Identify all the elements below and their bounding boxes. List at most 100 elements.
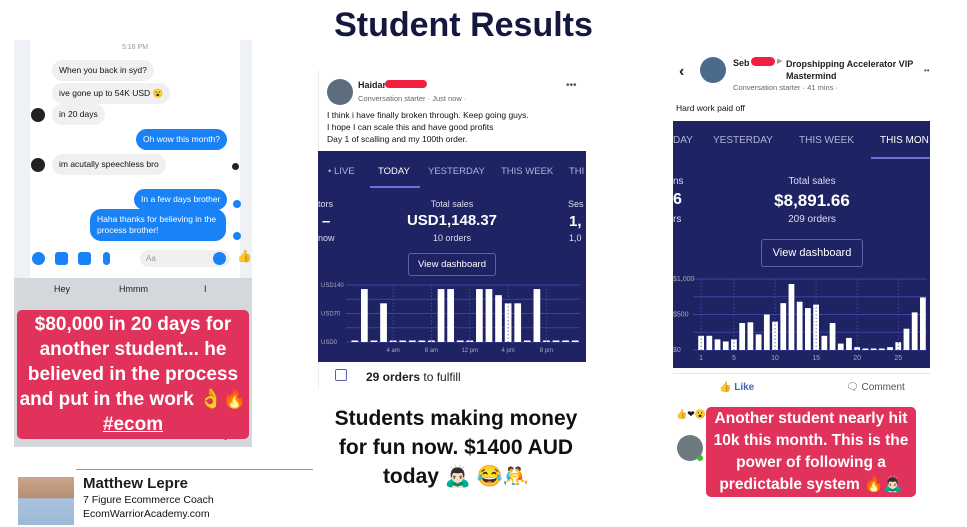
back-icon[interactable]: ‹ [679,63,684,81]
story-caption: $80,000 in 20 days for another student..… [17,310,249,439]
sales-dashboard: • LIVE TODAY YESTERDAY THIS WEEK THI tor… [318,151,586,362]
microphone-icon[interactable] [103,252,110,265]
chart-bar [722,341,729,350]
chart-bar [714,339,721,350]
y-tick-label: USD70 [321,312,341,318]
author-name[interactable]: Seb [733,58,750,68]
chart-bar [805,308,811,350]
chart-bar [911,312,918,350]
redaction [385,80,427,88]
coach-photo [18,465,74,525]
like-label: Like [734,382,755,393]
thumbs-up-icon[interactable]: 👍 [237,249,252,263]
post-meta: Conversation starter · 41 mins · [733,83,839,92]
chart-bar [523,340,531,342]
fulfill-label: to fulfill [420,370,461,384]
comment-label: Comment [861,382,905,393]
suggestion[interactable]: I [204,284,207,294]
chart-bar [447,289,454,342]
coach-role: 7 Figure Ecommerce Coach [83,494,214,506]
chart-bar [408,340,416,342]
chart-bar [837,343,844,350]
sales-dashboard: DAY YESTERDAY THIS WEEK THIS MON ns 6 rs… [673,121,930,368]
chat-timestamp: 5:18 PM [121,44,149,51]
chart-bar [370,340,378,342]
x-tick-label: 15 [812,355,820,362]
like-button[interactable]: 👍 Like [719,382,754,393]
chart-bar [796,301,803,350]
chart-bar [739,323,746,350]
message-bubble: ive gone up to 54K USD 😮 [52,83,171,104]
y-tick-label: USD0 [321,340,338,346]
chart-bar [380,303,387,342]
avatar [31,158,45,172]
x-tick-label: 8 am [425,348,438,354]
arrow-icon: ▶ [777,58,783,65]
x-tick-label: 8 pm [540,348,553,354]
post-text: Hard work paid off [676,103,745,113]
delivered-check-icon [233,200,241,208]
message-bubble: In a few days brother [134,189,228,210]
chart-bar [418,340,426,342]
chart-bar [829,323,836,350]
x-tick-label: 20 [853,355,861,362]
author-avatar[interactable] [327,79,353,105]
chart-bar [399,340,407,342]
chart-bar [731,339,737,350]
chart-bar [485,289,493,342]
photo-icon[interactable] [78,252,91,265]
chart-bar [846,337,852,350]
chart-bar [514,303,522,342]
chart-bar [878,348,885,350]
emoji-icon[interactable] [213,252,226,265]
chart-bar [780,303,787,350]
chart-bar [821,335,828,350]
hourly-sales-chart: USD140 USD70 USD0 4 am 8 am 12 pm 4 pm 8 pm [321,283,580,354]
message-bubble: im acutally speechless bro [52,154,166,175]
y-tick-label: $500 [673,312,689,319]
orders-to-fulfill-link[interactable]: 29 orders to fulfill [366,370,461,384]
comment-icon: 🗨 [846,382,859,393]
x-tick-label: 4 pm [501,348,514,354]
monthly-sales-chart: $1,000$500$01 5 10 15 20 25 [673,276,927,362]
group-name[interactable]: Dropshipping Accelerator VIP Mastermind [786,58,916,82]
chart-bar [903,328,910,350]
chat-thread: 5:18 PM When you back in syd? ive gone u… [30,40,252,280]
chart-bar [495,295,502,342]
chart-bar [533,289,541,342]
message-bubble: in 20 days [52,104,105,125]
x-tick-label: 12 pm [461,348,478,354]
author-avatar[interactable] [700,57,726,83]
chart-bar [755,334,762,350]
more-icon[interactable] [32,252,45,265]
chart-bar [456,340,464,342]
comment-button[interactable]: 🗨 Comment [846,382,905,393]
chart-bar [862,348,869,350]
middle-caption: Students making money for fun now. $1400… [334,407,578,488]
chart-bar [920,297,926,350]
group-name-text: Dropshipping Accelerator VIP Mastermind [786,59,914,81]
suggestion[interactable]: Hey [54,284,70,294]
caption-text: $80,000 in 20 days for another student..… [19,314,247,410]
chart-bar [571,340,579,342]
camera-icon[interactable] [55,252,68,265]
divider [76,469,313,470]
suggestion[interactable]: Hmmm [119,284,148,294]
avatar [31,108,45,122]
chart-bar [504,303,512,342]
post-text-line: Day 1 of scalling and my 100th order. [327,134,468,144]
hashtag[interactable]: #ecom [103,414,163,435]
chart-bar [747,322,754,350]
y-tick-label: $0 [673,347,681,354]
y-tick-label: $1,000 [673,276,695,283]
author-name[interactable]: Haidar [358,80,386,90]
more-options-icon[interactable]: ••• [566,80,577,91]
reactions-icon[interactable]: 👍❤😮 [676,409,706,420]
x-tick-label: 5 [732,355,736,362]
redaction [751,57,775,66]
like-icon: 👍 [719,382,732,393]
more-options-icon[interactable]: •• [924,66,930,75]
x-tick-label: 1 [699,355,703,362]
post-meta: Conversation starter · Just now · [358,94,467,103]
chart-bar [706,335,713,350]
